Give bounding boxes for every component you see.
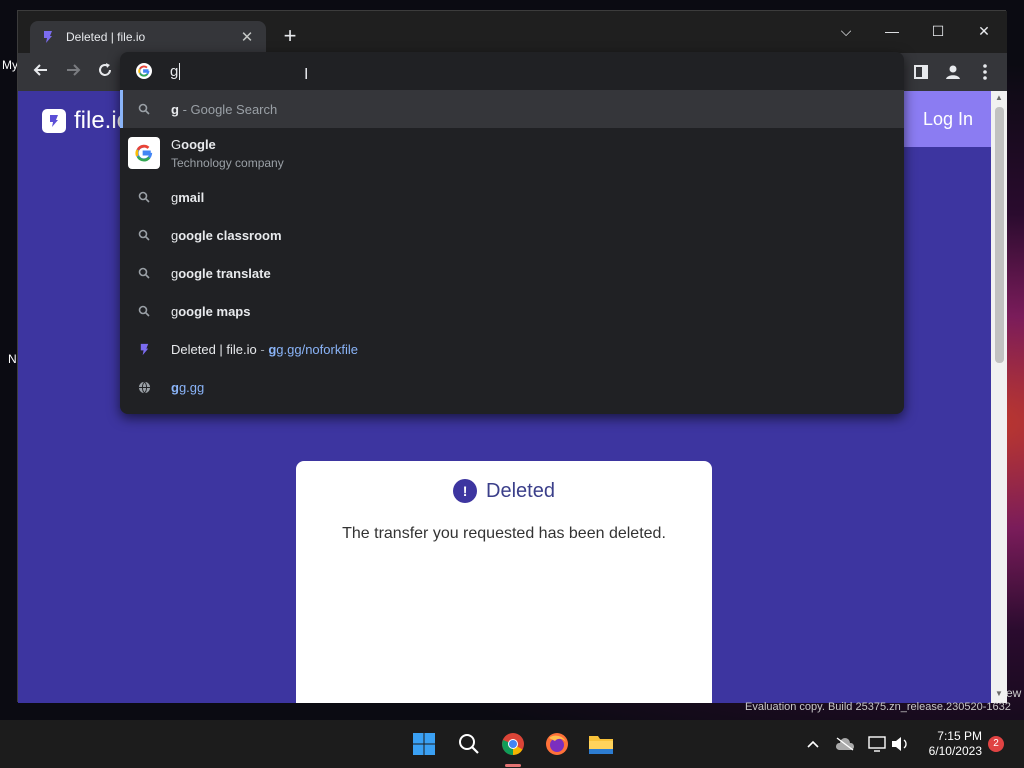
suggestion-google-entity[interactable]: Google Technology company [120, 128, 904, 178]
suggestion-url-gg[interactable]: gg.gg [120, 368, 904, 406]
search-icon [136, 101, 152, 117]
suggestion-google-maps[interactable]: google maps [120, 292, 904, 330]
taskbar [0, 720, 1024, 768]
new-tab-button[interactable]: + [278, 25, 302, 49]
reload-button[interactable] [92, 59, 118, 85]
suggestion-completion: oogle classroom [178, 227, 282, 243]
card-header: ! Deleted [296, 479, 712, 503]
back-arrow-icon [33, 64, 47, 76]
history-url: g.gg/noforkfile [276, 341, 358, 357]
tab-close-icon[interactable]: ✕ [238, 28, 256, 46]
suggestion-google-search[interactable]: g - Google Search [120, 90, 904, 128]
fileio-favicon-icon [136, 341, 152, 357]
search-icon [136, 189, 152, 205]
suggestion-query: g [171, 101, 179, 117]
suggestion-gmail[interactable]: gmail [120, 178, 904, 216]
address-input[interactable]: g [170, 63, 178, 80]
maximize-button[interactable]: ☐ [918, 17, 958, 45]
text-caret [179, 62, 181, 80]
tab-search-icon[interactable]: ⌵ [826, 17, 866, 45]
suggestion-completion: oogle maps [178, 303, 251, 319]
search-icon [136, 227, 152, 243]
google-logo-icon [128, 137, 160, 169]
page-scrollbar[interactable]: ▲ ▼ [991, 91, 1007, 703]
forward-arrow-icon [67, 64, 81, 76]
active-app-indicator [505, 764, 521, 767]
history-title: Deleted | file.io [171, 341, 257, 357]
chrome-taskbar-icon[interactable] [499, 730, 527, 758]
search-icon [136, 303, 152, 319]
mouse-ibeam-cursor-icon: I [304, 66, 309, 83]
alert-icon: ! [453, 479, 478, 503]
address-bar[interactable]: g [120, 52, 904, 90]
scroll-down-icon[interactable]: ▼ [991, 687, 1007, 701]
forward-button[interactable] [60, 59, 86, 85]
close-window-button[interactable]: ✕ [964, 17, 1004, 45]
entity-prefix: G [171, 136, 182, 152]
suggestion-completion: oogle translate [178, 265, 271, 281]
chevron-up-icon[interactable] [799, 730, 827, 758]
windows-start-icon[interactable] [410, 730, 438, 758]
scroll-thumb[interactable] [995, 107, 1004, 363]
suggestion-google-classroom[interactable]: google classroom [120, 216, 904, 254]
scroll-up-icon[interactable]: ▲ [991, 91, 1007, 105]
suggestion-history-fileio[interactable]: Deleted | file.io - gg.gg/noforkfile [120, 330, 904, 368]
fileio-logo-icon [42, 109, 66, 133]
suggestion-completion: mail [178, 189, 205, 205]
search-icon[interactable] [455, 730, 483, 758]
side-panel-icon[interactable] [910, 61, 932, 83]
desktop-icon-label: My [2, 58, 18, 72]
notification-badge[interactable]: 2 [988, 736, 1004, 752]
fileio-favicon-icon [40, 29, 56, 45]
entity-subtitle: Technology company [171, 155, 284, 170]
suggestion-hint: - Google Search [178, 101, 278, 117]
volume-icon[interactable] [886, 730, 914, 758]
google-g-icon [136, 63, 152, 79]
url-match: g [171, 379, 179, 395]
firefox-taskbar-icon[interactable] [543, 730, 571, 758]
back-button[interactable] [28, 59, 54, 85]
profile-icon[interactable] [942, 61, 964, 83]
globe-icon [136, 379, 152, 395]
card-message: The transfer you requested has been dele… [342, 525, 666, 542]
site-logo[interactable]: file.io [42, 107, 130, 135]
desktop-icon-label: N [8, 352, 17, 366]
title-bar: Deleted | file.io ✕ + ⌵ — ☐ ✕ [18, 11, 1007, 53]
browser-tab[interactable]: Deleted | file.io ✕ [30, 21, 266, 53]
onedrive-offline-icon[interactable] [831, 730, 859, 758]
file-explorer-icon[interactable] [587, 730, 615, 758]
url-suggestion: g.gg [178, 379, 205, 395]
login-button[interactable]: Log In [904, 91, 991, 147]
deleted-card: ! Deleted The transfer you requested has… [296, 461, 712, 703]
omnibox-dropdown: g I g - Google Search Google Technology … [120, 52, 904, 414]
history-separator: - [256, 341, 269, 357]
menu-kebab-icon[interactable] [974, 61, 996, 83]
card-title: Deleted [486, 479, 555, 502]
clock-date: 6/10/2023 [928, 744, 982, 758]
reload-icon [99, 63, 111, 76]
suggestion-google-translate[interactable]: google translate [120, 254, 904, 292]
taskbar-clock[interactable]: 7:15 PM 6/10/2023 [918, 729, 982, 759]
evaluation-watermark: Evaluation copy. Build 25375.zn_release.… [745, 701, 1011, 713]
desktop-icon-label: ew [1006, 686, 1022, 700]
tab-title: Deleted | file.io [66, 30, 146, 44]
entity-name: oogle [181, 136, 216, 152]
minimize-button[interactable]: — [872, 17, 912, 45]
search-icon [136, 265, 152, 281]
clock-time: 7:15 PM [937, 729, 982, 743]
